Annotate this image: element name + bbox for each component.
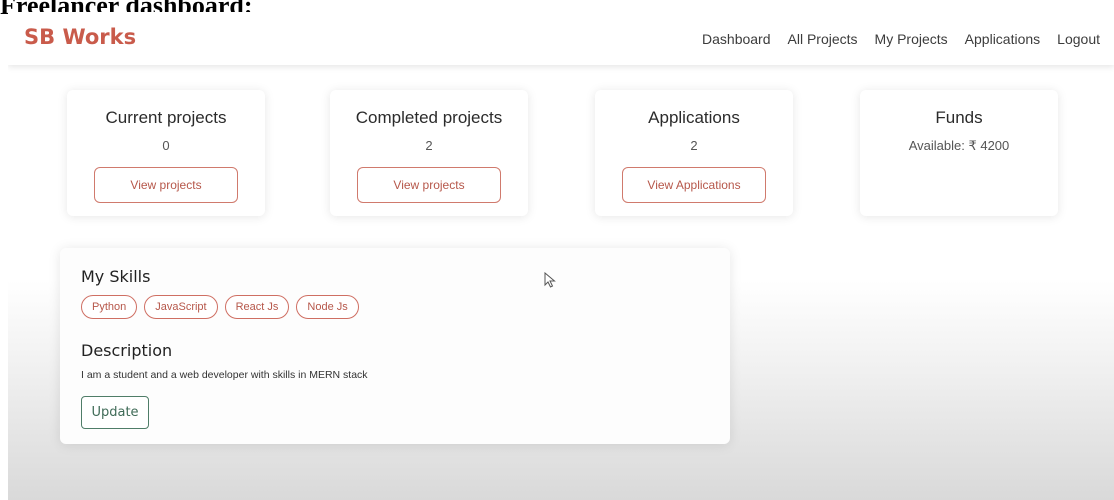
card-applications: Applications 2 View Applications bbox=[595, 90, 793, 216]
mouse-cursor-icon bbox=[544, 272, 556, 288]
card-value: 2 bbox=[690, 138, 698, 153]
card-title: Applications bbox=[648, 108, 740, 127]
description-heading: Description bbox=[81, 341, 173, 360]
card-value: 2 bbox=[425, 138, 433, 153]
card-funds: Funds Available: ₹ 4200 bbox=[860, 90, 1058, 216]
card-title: Completed projects bbox=[355, 108, 503, 127]
skill-chip: Node Js bbox=[296, 295, 359, 319]
brand-logo[interactable]: SB Works bbox=[24, 25, 136, 49]
funds-available: Available: ₹ 4200 bbox=[908, 138, 1010, 153]
nav-applications[interactable]: Applications bbox=[965, 31, 1041, 47]
skill-chip: React Js bbox=[224, 295, 290, 319]
nav-links: Dashboard All Projects My Projects Appli… bbox=[702, 31, 1100, 47]
nav-my-projects[interactable]: My Projects bbox=[875, 31, 948, 47]
update-button[interactable]: Update bbox=[81, 396, 149, 429]
card-value: 0 bbox=[162, 138, 170, 153]
description-text: I am a student and a web developer with … bbox=[81, 369, 368, 381]
nav-logout[interactable]: Logout bbox=[1057, 31, 1100, 47]
navbar: SB Works Dashboard All Projects My Proje… bbox=[8, 12, 1114, 65]
skills-heading: My Skills bbox=[81, 267, 151, 286]
skill-chip: JavaScript bbox=[144, 295, 218, 319]
skills-list: Python JavaScript React Js Node Js bbox=[81, 295, 359, 319]
nav-dashboard[interactable]: Dashboard bbox=[702, 31, 771, 47]
nav-all-projects[interactable]: All Projects bbox=[788, 31, 858, 47]
view-current-projects-button[interactable]: View projects bbox=[94, 167, 238, 203]
profile-panel: My Skills Python JavaScript React Js Nod… bbox=[60, 248, 730, 444]
view-completed-projects-button[interactable]: View projects bbox=[357, 167, 501, 203]
card-title: Current projects bbox=[105, 108, 227, 127]
app-window: SB Works Dashboard All Projects My Proje… bbox=[8, 12, 1114, 500]
view-applications-button[interactable]: View Applications bbox=[622, 167, 766, 203]
skill-chip: Python bbox=[81, 295, 138, 319]
card-completed-projects: Completed projects 2 View projects bbox=[330, 90, 528, 216]
card-current-projects: Current projects 0 View projects bbox=[67, 90, 265, 216]
card-title: Funds bbox=[935, 108, 983, 127]
